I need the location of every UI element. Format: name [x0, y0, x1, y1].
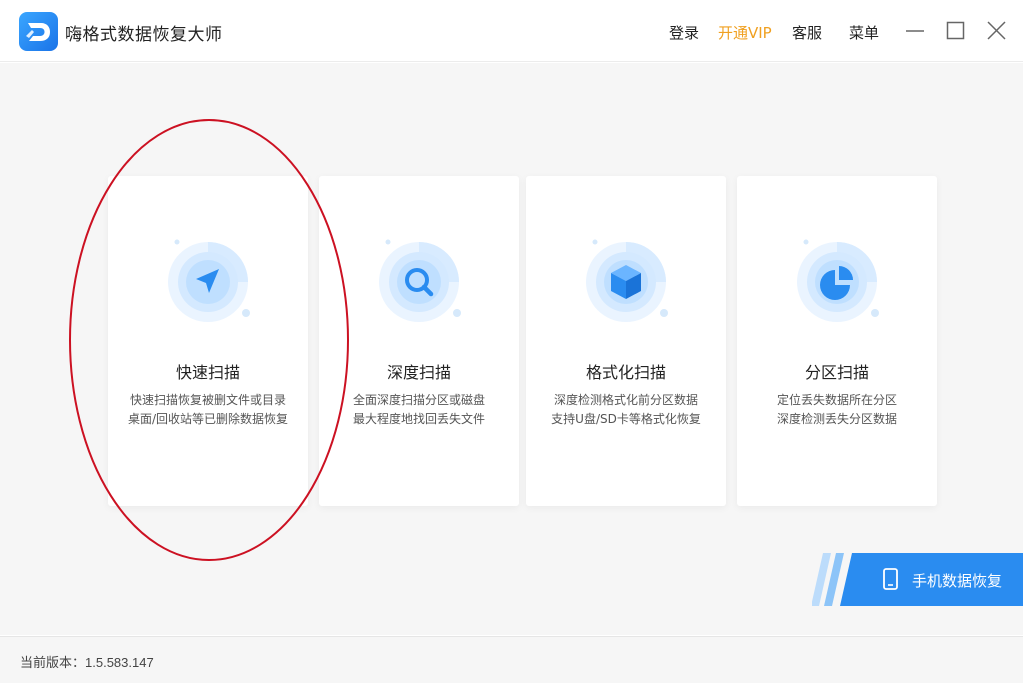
deep-scan-desc: 全面深度扫描分区或磁盘 最大程度地找回丢失文件	[319, 391, 519, 429]
mobile-recovery-label[interactable]: 手机数据恢复	[912, 570, 1002, 591]
login-link[interactable]: 登录	[669, 22, 699, 43]
app-logo-icon	[19, 12, 58, 51]
partition-scan-desc: 定位丢失数据所在分区 深度检测丢失分区数据	[737, 391, 937, 429]
footer: 当前版本：1.5.583.147	[0, 636, 1023, 683]
version-text: 当前版本：1.5.583.147	[20, 652, 154, 671]
magnifier-icon	[379, 239, 461, 322]
menu-link[interactable]: 菜单	[849, 22, 879, 43]
deep-scan-desc-line2: 最大程度地找回丢失文件	[352, 412, 485, 426]
pie-chart-icon	[797, 239, 879, 322]
quick-scan-desc-line2: 桌面/回收站等已删除数据恢复	[127, 412, 289, 426]
quick-scan-desc: 快速扫描恢复被删文件或目录 桌面/回收站等已删除数据恢复	[108, 391, 308, 429]
partition-scan-desc-line2: 深度检测丢失分区数据	[776, 412, 897, 426]
deep-scan-card[interactable]: 深度扫描 全面深度扫描分区或磁盘 最大程度地找回丢失文件	[319, 176, 519, 506]
deep-scan-title: 深度扫描	[386, 363, 451, 382]
quick-scan-desc-line1: 快速扫描恢复被删文件或目录	[129, 393, 286, 407]
format-scan-desc-line2: 支持U盘/SD卡等格式化恢复	[551, 412, 701, 426]
partition-scan-title: 分区扫描	[804, 363, 869, 382]
title-bar: 嗨格式数据恢复大师 登录 开通VIP 客服 菜单	[0, 0, 1023, 62]
quick-scan-card[interactable]: 快速扫描 快速扫描恢复被删文件或目录 桌面/回收站等已删除数据恢复	[108, 176, 308, 506]
app-title: 嗨格式数据恢复大师	[65, 25, 223, 45]
main-area: 快速扫描 快速扫描恢复被删文件或目录 桌面/回收站等已删除数据恢复 深度扫描 全…	[0, 63, 1023, 635]
format-scan-desc-line1: 深度检测格式化前分区数据	[553, 393, 698, 407]
version-number: 1.5.583.147	[85, 655, 154, 670]
format-scan-desc: 深度检测格式化前分区数据 支持U盘/SD卡等格式化恢复	[526, 391, 726, 429]
partition-scan-card[interactable]: 分区扫描 定位丢失数据所在分区 深度检测丢失分区数据	[737, 176, 937, 506]
navigation-arrow-icon	[168, 239, 250, 322]
cube-icon	[586, 239, 668, 322]
maximize-icon[interactable]	[944, 18, 968, 42]
deep-scan-desc-line1: 全面深度扫描分区或磁盘	[352, 393, 485, 407]
version-label: 当前版本：	[20, 655, 86, 670]
vip-link[interactable]: 开通VIP	[718, 22, 772, 43]
quick-scan-title: 快速扫描	[175, 363, 240, 382]
format-scan-title: 格式化扫描	[585, 363, 666, 382]
partition-scan-desc-line1: 定位丢失数据所在分区	[776, 393, 897, 407]
format-scan-card[interactable]: 格式化扫描 深度检测格式化前分区数据 支持U盘/SD卡等格式化恢复	[526, 176, 726, 506]
close-icon[interactable]	[985, 18, 1009, 42]
minimize-icon[interactable]	[903, 18, 927, 42]
service-link[interactable]: 客服	[792, 22, 822, 43]
